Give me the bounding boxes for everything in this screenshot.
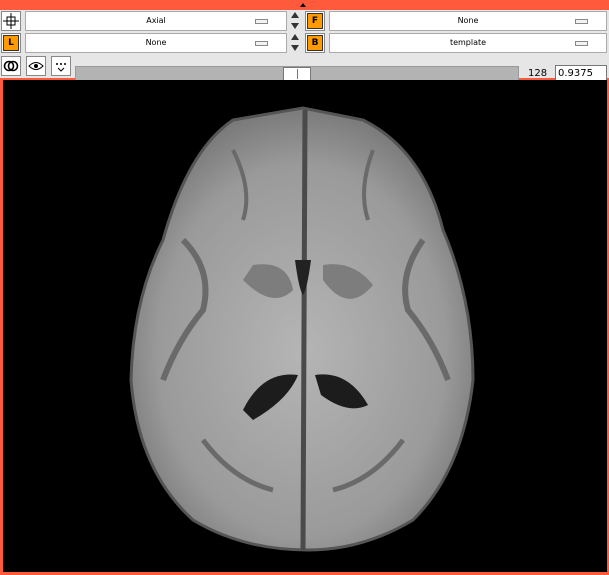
select-handle-icon <box>255 41 268 46</box>
select-handle-icon <box>255 19 268 24</box>
overlay-select-top[interactable]: None <box>329 11 607 31</box>
visibility-button[interactable] <box>26 56 46 76</box>
l-badge: L <box>3 35 19 51</box>
select-handle-icon <box>575 41 588 46</box>
scale-input-value: 0.9375 <box>558 68 593 79</box>
eye-icon <box>28 62 44 70</box>
template-select-value: template <box>449 38 487 47</box>
template-select[interactable]: template <box>329 33 607 53</box>
row-layers: L None B template <box>0 32 609 54</box>
collapse-arrow-icon[interactable] <box>300 3 306 7</box>
spin-down-icon[interactable] <box>291 23 299 29</box>
overlay-select-left-value: None <box>145 38 167 47</box>
row-view: Axial F None <box>0 10 609 32</box>
overlay-select-top-value: None <box>457 16 479 25</box>
f-badge: F <box>307 13 323 29</box>
link-rings-icon <box>3 60 19 72</box>
window-top-bar <box>0 0 609 10</box>
dots-dropdown-icon <box>56 63 66 72</box>
view-select[interactable]: Axial <box>25 11 287 31</box>
link-button[interactable] <box>1 56 21 76</box>
overlay-select-left[interactable]: None <box>25 33 287 53</box>
brain-mri-slice <box>129 106 475 552</box>
b-badge: B <box>307 35 323 51</box>
slice-slider-thumb[interactable] <box>283 67 311 81</box>
f-layer-button[interactable]: F <box>305 11 325 31</box>
spin-up-icon[interactable] <box>291 12 299 18</box>
l-layer-button[interactable]: L <box>1 33 21 53</box>
options-button[interactable] <box>51 56 71 76</box>
crosshair-tool[interactable] <box>1 11 21 31</box>
image-viewport[interactable] <box>3 80 607 572</box>
layer-spinner[interactable] <box>290 33 301 53</box>
slice-index: 128 <box>528 68 548 79</box>
select-handle-icon <box>575 19 588 24</box>
view-spinner[interactable] <box>290 11 301 31</box>
view-select-value: Axial <box>146 16 166 25</box>
spin-down-icon[interactable] <box>291 45 299 51</box>
b-layer-button[interactable]: B <box>305 33 325 53</box>
crosshair-icon <box>3 13 19 29</box>
control-panel: Axial F None L None B template 128 0.937… <box>0 10 609 83</box>
spin-up-icon[interactable] <box>291 34 299 40</box>
